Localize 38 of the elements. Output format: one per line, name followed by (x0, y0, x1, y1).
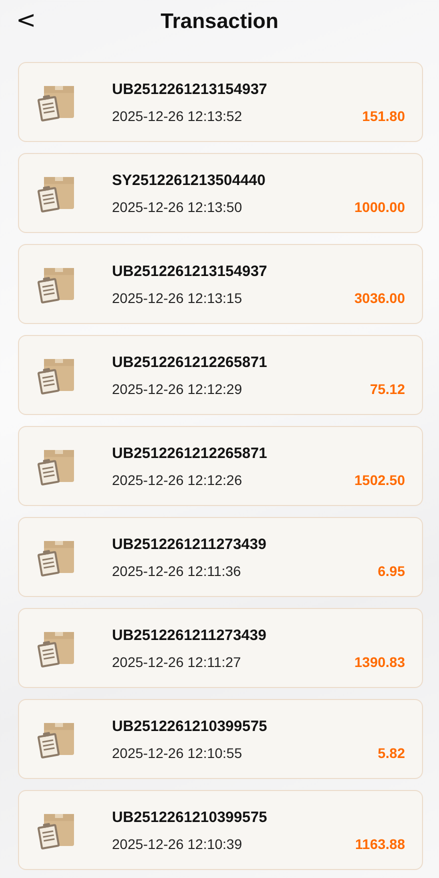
transaction-amount: 3036.00 (354, 290, 405, 306)
transaction-amount: 5.82 (378, 744, 405, 760)
transaction-amount: 1000.00 (354, 198, 405, 214)
transaction-amount: 6.95 (378, 562, 405, 578)
transaction-card[interactable]: SY2512261213504440 2025-12-26 12:13:50 1000.00 (18, 153, 423, 233)
transaction-id: UB2512261211273439 (112, 626, 268, 644)
transaction-time: 2025-12-26 12:13:50 (112, 198, 242, 214)
page-title: Transaction (160, 10, 278, 34)
transaction-card[interactable]: UB2512261213154937 2025-12-26 12:13:52 151.80 (18, 62, 423, 142)
transaction-card[interactable]: UB2512261213154937 2025-12-26 12:13:15 3036.00 (18, 244, 423, 324)
transaction-time: 2025-12-26 12:11:36 (112, 562, 241, 578)
transaction-time: 2025-12-26 12:13:15 (112, 290, 242, 306)
transaction-id: UB2512261210399575 (112, 808, 268, 826)
transaction-card[interactable]: UB2512261210399575 2025-12-26 12:10:39 1163.88 (18, 790, 423, 870)
transaction-id: UB2512261212265871 (112, 444, 268, 462)
transaction-id: SY2512261213504440 (112, 172, 266, 188)
transaction-amount: 1390.83 (354, 654, 405, 670)
transaction-amount: 1502.50 (354, 472, 405, 488)
transaction-time: 2025-12-26 12:11:27 (112, 654, 241, 670)
transaction-card[interactable]: UB2512261212265871 2025-12-26 12:12:26 1502.50 (18, 426, 423, 506)
transaction-time: 2025-12-26 12:12:29 (112, 380, 242, 396)
transaction-amount: 1163.88 (355, 836, 405, 852)
transaction-id: UB2512261210399575 (112, 718, 268, 734)
transaction-card[interactable]: UB2512261210399575 2025-12-26 12:10:55 5.82 (18, 699, 423, 779)
back-button[interactable]: < (12, 6, 40, 34)
transaction-time: 2025-12-26 12:10:55 (112, 744, 242, 760)
transaction-time: 2025-12-26 12:10:39 (112, 836, 242, 852)
transaction-id: UB2512261213154937 (112, 80, 268, 98)
transaction-card[interactable]: UB2512261212265871 2025-12-26 12:12:29 75.12 (18, 335, 423, 415)
transaction-time: 2025-12-26 12:12:26 (112, 472, 242, 488)
transaction-id: UB2512261211273439 (112, 536, 268, 552)
transaction-card[interactable]: UB2512261211273439 2025-12-26 12:11:36 6.95 (18, 517, 423, 597)
transaction-id: UB2512261212265871 (112, 354, 268, 370)
transaction-amount: 151.80 (362, 108, 405, 124)
transaction-time: 2025-12-26 12:13:52 (112, 108, 242, 124)
transaction-id: UB2512261213154937 (112, 262, 268, 280)
transaction-amount: 75.12 (370, 380, 405, 396)
transaction-card[interactable]: UB2512261211273439 2025-12-26 12:11:27 1390.83 (18, 608, 423, 688)
